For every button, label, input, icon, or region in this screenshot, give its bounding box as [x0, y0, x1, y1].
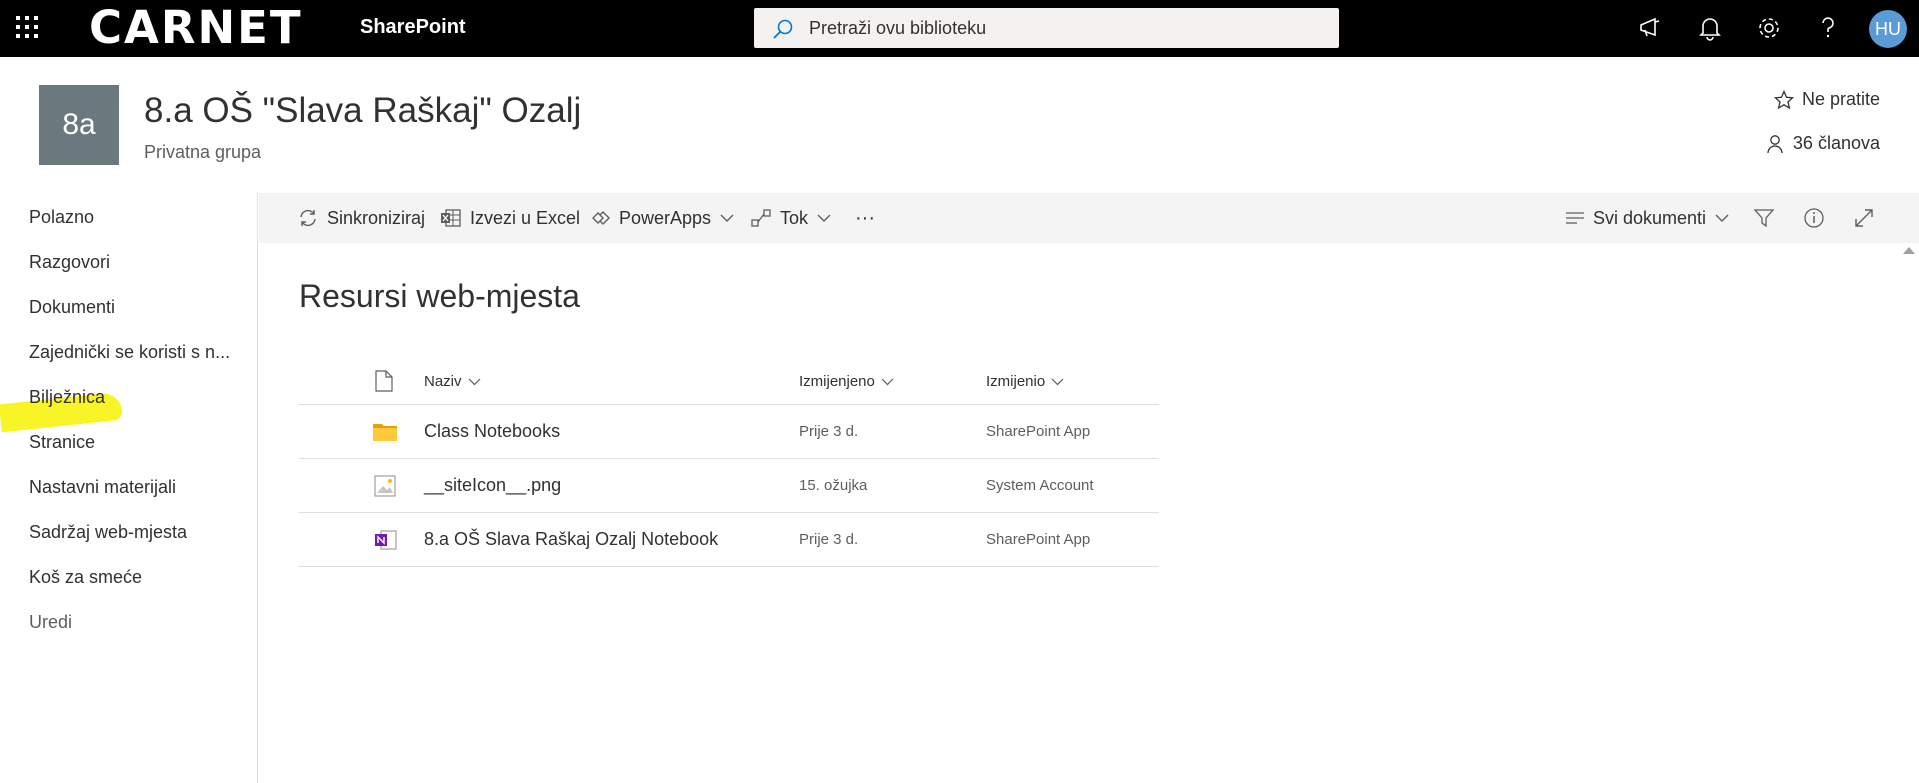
flow-menu[interactable]: Tok: [750, 193, 832, 243]
bell-icon[interactable]: [1696, 14, 1724, 42]
item-modified-by[interactable]: System Account: [986, 459, 1094, 512]
person-icon: [1767, 134, 1783, 153]
list-item[interactable]: __siteIcon__.png 15. ožujka System Accou…: [299, 459, 1159, 513]
nav-edit-link[interactable]: Uredi: [29, 612, 72, 633]
view-label: Svi dokumenti: [1593, 207, 1707, 228]
user-avatar[interactable]: HU: [1869, 10, 1907, 48]
flow-label: Tok: [780, 207, 809, 228]
chevron-down-icon: [1715, 214, 1729, 222]
sync-icon: [300, 209, 316, 227]
site-title[interactable]: 8.a OŠ "Slava Raškaj" Ozalj: [144, 91, 581, 131]
follow-label: Ne pratite: [1801, 89, 1880, 109]
name-column-label: Naziv: [424, 372, 462, 390]
modified-column-label: Izmijenjeno: [799, 372, 875, 390]
name-column-header[interactable]: Naziv: [424, 358, 481, 404]
powerapps-icon: [592, 211, 610, 225]
powerapps-label: PowerApps: [619, 207, 712, 228]
help-icon[interactable]: [1814, 14, 1842, 42]
nav-item-dokumenti[interactable]: Dokumenti: [29, 297, 115, 318]
modified-by-column-header[interactable]: Izmijenio: [986, 358, 1064, 404]
command-bar: Sinkroniziraj Izvezi u Excel PowerApps T…: [259, 193, 1919, 243]
vertical-scrollbar[interactable]: [1899, 243, 1919, 783]
megaphone-icon[interactable]: [1637, 14, 1665, 42]
info-icon: [1804, 208, 1824, 228]
nav-item-razgovori[interactable]: Razgovori: [29, 252, 110, 273]
nav-item-sadrzaj[interactable]: Sadržaj web-mjesta: [29, 522, 187, 543]
filter-button[interactable]: [1753, 193, 1775, 243]
star-icon: [1773, 89, 1794, 109]
modified-by-column-label: Izmijenio: [986, 372, 1046, 390]
item-modified: Prije 3 d.: [799, 531, 859, 548]
expand-icon: [1855, 209, 1873, 227]
item-modified: 15. ožujka: [799, 477, 868, 494]
nav-item-nastavni-materijali[interactable]: Nastavni materijali: [29, 477, 176, 498]
nav-item-polazno[interactable]: Polazno: [29, 207, 94, 228]
scroll-up-arrow-icon[interactable]: [1903, 247, 1915, 254]
filter-icon: [1753, 209, 1775, 228]
item-modified-by[interactable]: SharePoint App: [986, 405, 1090, 458]
follow-button[interactable]: Ne pratite: [1773, 89, 1880, 110]
brand-logo[interactable]: CARNET: [89, 2, 303, 54]
powerapps-menu[interactable]: PowerApps: [591, 193, 735, 243]
chevron-down-icon: [468, 378, 480, 385]
page-title: Resursi web-mjesta: [299, 278, 580, 314]
site-header: 8a 8.a OŠ "Slava Raškaj" Ozalj Privatna …: [0, 57, 1919, 193]
nav-item-recycle-bin[interactable]: Koš za smeće: [29, 567, 142, 588]
onenote-icon: [374, 513, 398, 566]
image-file-icon: [374, 459, 396, 512]
app-name-link[interactable]: SharePoint: [360, 16, 466, 39]
list-item[interactable]: 8.a OŠ Slava Raškaj Ozalj Notebook Prije…: [299, 513, 1159, 567]
item-name-link[interactable]: Class Notebooks: [424, 405, 560, 458]
chevron-down-icon: [817, 214, 831, 222]
item-name-link[interactable]: 8.a OŠ Slava Raškaj Ozalj Notebook: [424, 513, 718, 566]
gear-icon[interactable]: [1755, 14, 1783, 42]
document-list: Naziv Izmijenjeno Izmijenio Class Notebo…: [299, 358, 1159, 567]
item-modified-by[interactable]: SharePoint App: [986, 513, 1090, 566]
fullscreen-button[interactable]: [1853, 193, 1875, 243]
item-modified: Prije 3 d.: [799, 423, 859, 440]
export-excel-button[interactable]: Izvezi u Excel: [440, 193, 580, 243]
members-label: 36 članova: [1792, 133, 1880, 153]
search-input[interactable]: [809, 8, 1329, 48]
chevron-down-icon: [881, 378, 894, 385]
list-view-icon: [1566, 212, 1584, 224]
list-header: Naziv Izmijenjeno Izmijenio: [299, 358, 1159, 405]
members-button[interactable]: 36 članova: [1765, 133, 1880, 154]
nav-item-shared-with[interactable]: Zajednički se koristi s n...: [29, 342, 230, 363]
app-launcher-icon[interactable]: [16, 16, 40, 40]
chevron-down-icon: [1051, 378, 1064, 385]
sync-label: Sinkroniziraj: [327, 207, 426, 228]
excel-icon: [441, 209, 461, 227]
site-logo[interactable]: 8a: [39, 85, 119, 165]
chevron-down-icon: [720, 214, 734, 222]
more-commands-button[interactable]: ···: [855, 193, 875, 243]
list-item[interactable]: Class Notebooks Prije 3 d. SharePoint Ap…: [299, 405, 1159, 459]
item-name-link[interactable]: __siteIcon__.png: [424, 459, 561, 512]
nav-item-biljeznica[interactable]: Bilježnica: [29, 387, 105, 408]
sync-button[interactable]: Sinkroniziraj: [297, 193, 425, 243]
export-excel-label: Izvezi u Excel: [470, 207, 581, 228]
site-subtitle: Privatna grupa: [144, 142, 262, 162]
view-switcher[interactable]: Svi dokumenti: [1565, 193, 1730, 243]
main-content: Resursi web-mjesta Naziv Izmijenjeno Izm…: [259, 243, 1899, 783]
info-button[interactable]: [1803, 193, 1825, 243]
search-box[interactable]: [754, 8, 1339, 48]
search-icon: [773, 19, 793, 39]
document-icon: [375, 370, 393, 392]
folder-icon: [373, 405, 397, 458]
modified-column-header[interactable]: Izmijenjeno: [799, 358, 894, 404]
flow-icon: [751, 209, 771, 227]
left-navigation: Polazno Razgovori Dokumenti Zajednički s…: [0, 193, 258, 783]
file-type-column-header[interactable]: [374, 358, 394, 404]
nav-item-stranice[interactable]: Stranice: [29, 432, 95, 453]
suite-bar: CARNET SharePoint HU: [0, 0, 1919, 57]
